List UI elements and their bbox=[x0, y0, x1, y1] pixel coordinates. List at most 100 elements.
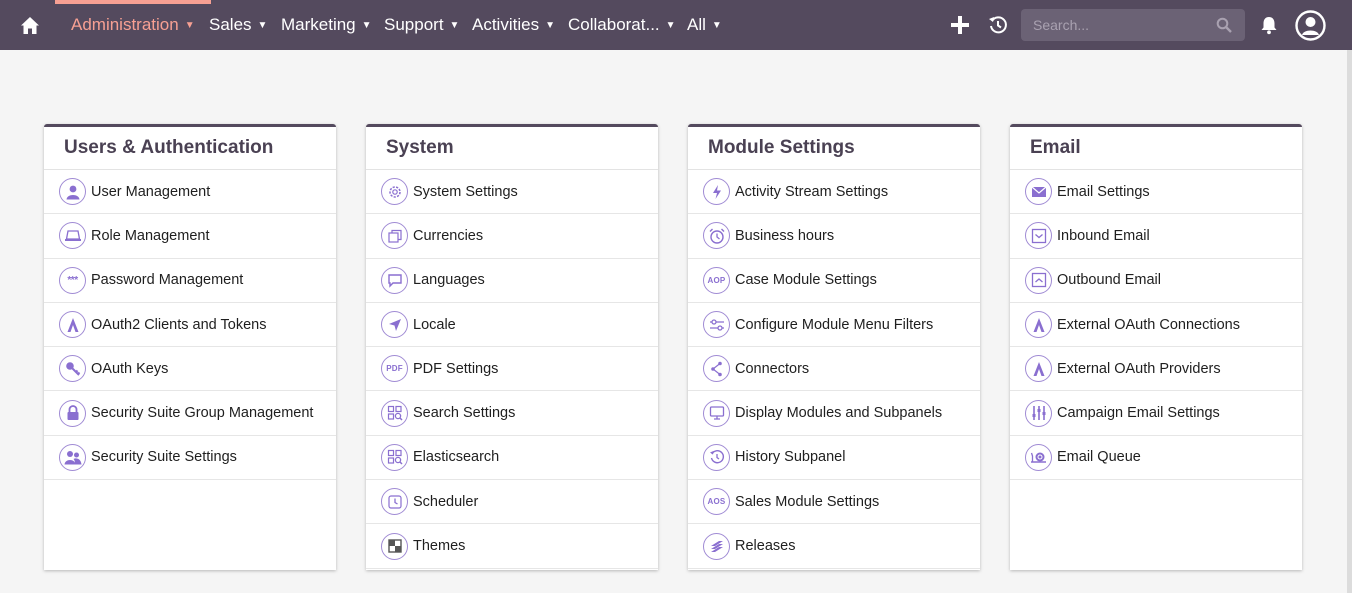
key-icon bbox=[59, 355, 86, 383]
oauth-icon bbox=[1025, 311, 1052, 339]
admin-link-sales-module-settings[interactable]: AOS Sales Module Settings bbox=[688, 480, 980, 525]
admin-link-system-settings[interactable]: System Settings bbox=[366, 170, 658, 215]
admin-link-label: Themes bbox=[413, 538, 466, 555]
layers-icon bbox=[703, 532, 730, 560]
panel-users-authentication: Users & Authentication User Management R… bbox=[44, 124, 336, 570]
nav-collaboration[interactable]: Collaborat... ▼ bbox=[568, 0, 676, 50]
aos-icon: AOS bbox=[703, 488, 730, 516]
speech-bubble-icon bbox=[381, 266, 408, 294]
panel-email: Email Email Settings Inbound Email Outbo… bbox=[1010, 124, 1302, 570]
oauth-icon bbox=[59, 311, 86, 339]
admin-link-currencies[interactable]: Currencies bbox=[366, 214, 658, 259]
sliders-icon bbox=[703, 311, 730, 339]
elasticsearch-icon bbox=[381, 443, 408, 471]
admin-link-label: Campaign Email Settings bbox=[1057, 405, 1220, 422]
admin-link-configure-menu-filters[interactable]: Configure Module Menu Filters bbox=[688, 303, 980, 348]
admin-link-campaign-email-settings[interactable]: Campaign Email Settings bbox=[1010, 391, 1302, 436]
home-icon[interactable] bbox=[17, 12, 43, 38]
history-icon bbox=[703, 443, 730, 471]
nav-label: Support bbox=[384, 15, 444, 34]
nav-marketing[interactable]: Marketing ▼ bbox=[281, 0, 372, 50]
panel-system: System System Settings Currencies Langua… bbox=[366, 124, 658, 570]
oauth-icon bbox=[1025, 355, 1052, 383]
admin-link-oauth2-clients[interactable]: OAuth2 Clients and Tokens bbox=[44, 303, 336, 348]
nav-administration[interactable]: Administration ▼ bbox=[55, 0, 211, 50]
search-icon[interactable] bbox=[1214, 15, 1234, 35]
admin-link-activity-stream-settings[interactable]: Activity Stream Settings bbox=[688, 170, 980, 215]
admin-link-role-management[interactable]: Role Management bbox=[44, 214, 336, 259]
admin-link-oauth-keys[interactable]: OAuth Keys bbox=[44, 347, 336, 392]
admin-link-label: Scheduler bbox=[413, 493, 479, 510]
admin-link-label: Configure Module Menu Filters bbox=[735, 316, 934, 333]
admin-link-email-settings[interactable]: Email Settings bbox=[1010, 170, 1302, 215]
admin-link-label: Sales Module Settings bbox=[735, 493, 880, 510]
panel-title: Users & Authentication bbox=[44, 127, 336, 170]
admin-link-security-suite-settings[interactable]: Security Suite Settings bbox=[44, 436, 336, 481]
lock-icon bbox=[59, 399, 86, 427]
search-settings-icon bbox=[381, 399, 408, 427]
admin-link-label: Inbound Email bbox=[1057, 227, 1150, 244]
nav-all[interactable]: All ▼ bbox=[687, 0, 722, 50]
admin-link-search-settings[interactable]: Search Settings bbox=[366, 391, 658, 436]
chevron-down-icon: ▼ bbox=[184, 19, 195, 31]
admin-link-label: Case Module Settings bbox=[735, 272, 877, 289]
chevron-down-icon: ▼ bbox=[257, 19, 268, 31]
admin-link-security-group-management[interactable]: Security Suite Group Management bbox=[44, 391, 336, 436]
admin-link-history-subpanel[interactable]: History Subpanel bbox=[688, 436, 980, 481]
admin-link-case-module-settings[interactable]: AOP Case Module Settings bbox=[688, 259, 980, 303]
nav-label: Activities bbox=[472, 15, 540, 34]
admin-link-inbound-email[interactable]: Inbound Email bbox=[1010, 214, 1302, 259]
admin-link-label: External OAuth Connections bbox=[1057, 316, 1240, 333]
clock-icon bbox=[381, 488, 408, 516]
admin-link-releases[interactable]: Releases bbox=[688, 524, 980, 569]
equalizer-icon bbox=[1025, 399, 1052, 427]
admin-link-label: Languages bbox=[413, 272, 485, 289]
admin-link-label: Connectors bbox=[735, 360, 810, 377]
admin-link-external-oauth-connections[interactable]: External OAuth Connections bbox=[1010, 303, 1302, 348]
admin-link-label: History Subpanel bbox=[735, 449, 846, 466]
admin-link-label: Search Settings bbox=[413, 405, 516, 422]
nav-sales[interactable]: Sales ▼ bbox=[209, 0, 267, 50]
chevron-down-icon: ▼ bbox=[545, 19, 555, 31]
admin-link-label: Email Queue bbox=[1057, 449, 1141, 466]
admin-link-user-management[interactable]: User Management bbox=[44, 170, 336, 215]
admin-link-password-management[interactable]: *** Password Management bbox=[44, 259, 336, 303]
laptop-icon bbox=[59, 222, 86, 250]
admin-link-elasticsearch[interactable]: Elasticsearch bbox=[366, 436, 658, 481]
admin-link-label: Role Management bbox=[91, 227, 210, 244]
themes-icon bbox=[381, 532, 408, 560]
admin-link-label: Email Settings bbox=[1057, 183, 1150, 200]
nav-label: Administration bbox=[71, 15, 179, 34]
admin-link-pdf-settings[interactable]: PDF PDF Settings bbox=[366, 347, 658, 392]
aop-icon: AOP bbox=[703, 266, 730, 294]
nav-support[interactable]: Support ▼ bbox=[384, 0, 459, 50]
chevron-down-icon: ▼ bbox=[665, 19, 676, 31]
scrollbar[interactable] bbox=[1347, 50, 1352, 593]
admin-link-scheduler[interactable]: Scheduler bbox=[366, 480, 658, 525]
users-icon bbox=[59, 443, 86, 471]
admin-link-label: Security Suite Settings bbox=[91, 449, 237, 466]
admin-link-label: PDF Settings bbox=[413, 360, 499, 377]
envelope-icon bbox=[1025, 178, 1052, 206]
panel-module-settings: Module Settings Activity Stream Settings… bbox=[688, 124, 980, 570]
admin-link-connectors[interactable]: Connectors bbox=[688, 347, 980, 392]
admin-link-locale[interactable]: Locale bbox=[366, 303, 658, 348]
user-avatar-icon[interactable] bbox=[1295, 10, 1326, 41]
admin-link-languages[interactable]: Languages bbox=[366, 259, 658, 303]
admin-link-outbound-email[interactable]: Outbound Email bbox=[1010, 259, 1302, 303]
admin-link-email-queue[interactable]: Email Queue bbox=[1010, 436, 1302, 481]
create-plus-icon[interactable] bbox=[947, 12, 973, 38]
location-arrow-icon bbox=[381, 311, 408, 339]
admin-link-display-modules[interactable]: Display Modules and Subpanels bbox=[688, 391, 980, 436]
nav-activities[interactable]: Activities ▼ bbox=[472, 0, 555, 50]
search-input[interactable] bbox=[1021, 9, 1245, 41]
chevron-down-icon: ▼ bbox=[711, 19, 722, 31]
admin-link-external-oauth-providers[interactable]: External OAuth Providers bbox=[1010, 347, 1302, 392]
chevron-down-icon: ▼ bbox=[449, 19, 460, 31]
bell-icon[interactable] bbox=[1256, 12, 1282, 38]
currency-icon bbox=[381, 222, 408, 250]
admin-link-business-hours[interactable]: Business hours bbox=[688, 214, 980, 259]
admin-link-themes[interactable]: Themes bbox=[366, 524, 658, 569]
password-icon: *** bbox=[59, 266, 86, 294]
history-icon[interactable] bbox=[985, 12, 1011, 38]
